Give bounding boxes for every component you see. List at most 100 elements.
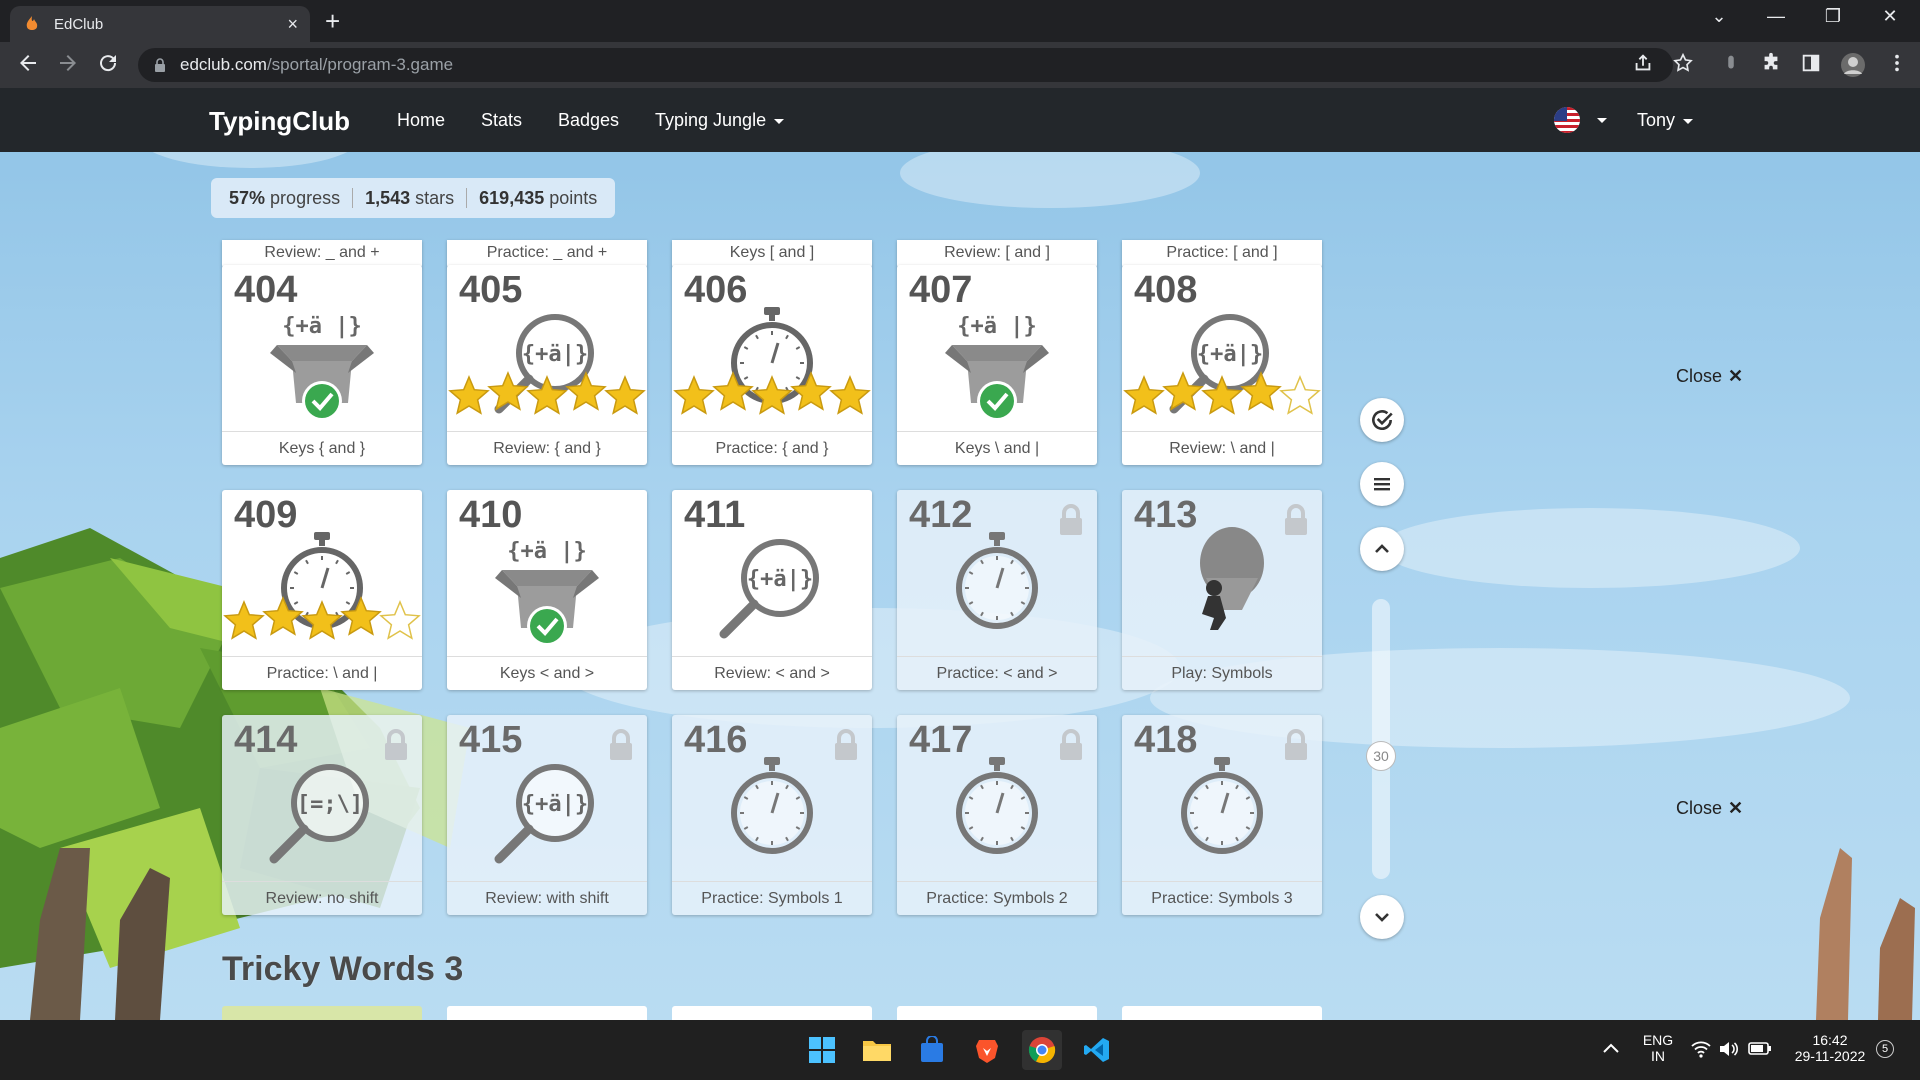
padlock-icon — [610, 729, 632, 760]
lesson-card-413[interactable]: 413 Play: Symbols — [1122, 490, 1322, 690]
lesson-card-417[interactable]: 417 Practice: Symbols 2 — [897, 715, 1097, 915]
lesson-card-407[interactable]: {+ä |} 407 Keys \ and | — [897, 265, 1097, 465]
padlock-icon — [385, 729, 407, 760]
lesson-card-408[interactable]: {+ä|} 408 Review: \ and | — [1122, 265, 1322, 465]
tab-close-icon[interactable]: × — [287, 14, 298, 35]
volume-icon[interactable] — [1718, 1040, 1740, 1058]
box-icon: {+ä |} — [945, 314, 1049, 421]
padlock-icon — [1285, 729, 1307, 760]
window-close-icon[interactable]: ✕ — [1870, 6, 1910, 27]
user-menu[interactable]: Tony — [1637, 110, 1694, 131]
brand-logo[interactable]: TypingClub — [209, 106, 350, 137]
chrome-icon[interactable] — [1022, 1030, 1062, 1070]
close-ad-link[interactable]: Close ✕ — [1676, 798, 1743, 819]
lesson-caption: Practice: Symbols 3 — [1122, 881, 1322, 915]
level-scroll-track[interactable] — [1372, 599, 1390, 879]
lesson-card-416[interactable]: 416 Practice: Symbols 1 — [672, 715, 872, 915]
edclub-favicon-icon — [26, 16, 38, 30]
chevron-up-icon — [1375, 544, 1389, 553]
lesson-card-409[interactable]: 409 Practice: \ and | — [222, 490, 422, 690]
check-circle-button[interactable] — [1360, 398, 1404, 442]
lesson-card-404[interactable]: {+ä |} 404 Keys { and } — [222, 265, 422, 465]
lesson-card-peek[interactable] — [1122, 1006, 1322, 1020]
key-symbols-glyph: {+ä|} — [522, 792, 588, 817]
vscode-icon[interactable] — [1077, 1030, 1117, 1070]
language-indicator[interactable]: ENG IN — [1640, 1032, 1676, 1064]
back-icon[interactable] — [14, 51, 42, 75]
windows-start-icon[interactable] — [802, 1030, 842, 1070]
url-host: edclub.com — [180, 55, 267, 74]
profile-avatar-icon[interactable] — [1840, 52, 1866, 78]
scroll-up-button[interactable] — [1360, 527, 1404, 571]
key-symbols-glyph: {+ä |} — [282, 314, 361, 339]
lesson-number: 404 — [234, 269, 298, 311]
bookmark-star-icon[interactable] — [1670, 52, 1696, 74]
stopwatch-icon — [1181, 757, 1263, 854]
balloon-icon — [1200, 527, 1264, 630]
lesson-caption: Review: no shift — [222, 881, 422, 915]
chevron-down-icon — [1683, 118, 1694, 124]
notification-badge[interactable]: 5 — [1876, 1040, 1894, 1058]
battery-icon[interactable] — [1748, 1040, 1772, 1056]
level-scroll-thumb[interactable]: 30 — [1366, 741, 1396, 771]
lesson-card-partial[interactable]: Review: _ and + — [222, 240, 422, 268]
browser-tabstrip: EdClub × + ⌄ — ❐ ✕ — [0, 0, 1920, 42]
lesson-number: 412 — [909, 494, 973, 536]
reload-icon[interactable] — [94, 51, 122, 75]
wifi-icon[interactable] — [1690, 1040, 1712, 1058]
lesson-caption: Review: { and } — [447, 431, 647, 465]
nav-typing-jungle[interactable]: Typing Jungle — [655, 110, 785, 131]
forward-icon[interactable] — [54, 51, 82, 75]
file-explorer-icon[interactable] — [857, 1030, 897, 1070]
lesson-number: 410 — [459, 494, 523, 536]
side-panel-icon[interactable] — [1798, 52, 1824, 74]
scroll-down-button[interactable] — [1360, 895, 1404, 939]
lesson-card-partial[interactable]: Practice: [ and ] — [1122, 240, 1322, 268]
lesson-card-peek[interactable] — [447, 1006, 647, 1020]
magnifier-icon: [=;\] — [269, 764, 369, 864]
restore-icon[interactable]: ❐ — [1813, 6, 1853, 27]
lesson-card-peek[interactable] — [672, 1006, 872, 1020]
lesson-card-partial[interactable]: Keys [ and ] — [672, 240, 872, 268]
lesson-card-peek[interactable] — [222, 1006, 422, 1020]
key-symbols-glyph: {+ä|} — [747, 567, 813, 592]
store-icon[interactable] — [912, 1030, 952, 1070]
menu-button[interactable] — [1360, 462, 1404, 506]
windows-taskbar: ENG IN 16:42 29-11-2022 5 — [0, 1020, 1920, 1080]
lesson-card-406[interactable]: 406 Practice: { and } — [672, 265, 872, 465]
browser-menu-icon[interactable] — [1884, 52, 1910, 74]
extensions-puzzle-icon[interactable] — [1758, 52, 1784, 74]
tray-chevron-up-icon[interactable] — [1602, 1042, 1620, 1054]
padlock-icon — [1060, 504, 1082, 535]
language-chevron-icon[interactable] — [1597, 118, 1607, 123]
nav-home[interactable]: Home — [397, 110, 445, 131]
address-bar[interactable]: edclub.com /sportal/program-3.game — [138, 48, 1673, 82]
nav-badges[interactable]: Badges — [558, 110, 619, 131]
minimize-icon[interactable]: — — [1756, 6, 1796, 27]
new-tab-icon[interactable]: + — [325, 6, 340, 36]
star-filled-icon — [1123, 375, 1165, 415]
key-symbols-glyph: [=;\] — [297, 792, 363, 817]
share-icon[interactable] — [1630, 52, 1656, 74]
close-ad-link[interactable]: Close ✕ — [1676, 366, 1743, 387]
lesson-card-414[interactable]: [=;\] 414 Review: no shift — [222, 715, 422, 915]
lesson-card-partial[interactable]: Practice: _ and + — [447, 240, 647, 268]
tab-search-icon[interactable]: ⌄ — [1699, 6, 1739, 27]
browser-tab[interactable]: EdClub × — [10, 6, 310, 42]
nav-stats[interactable]: Stats — [481, 110, 522, 131]
lesson-card-peek[interactable] — [897, 1006, 1097, 1020]
brave-browser-icon[interactable] — [967, 1030, 1007, 1070]
lesson-card-405[interactable]: {+ä|} 405 Review: { and } — [447, 265, 647, 465]
lesson-card-418[interactable]: 418 Practice: Symbols 3 — [1122, 715, 1322, 915]
clock[interactable]: 16:42 29-11-2022 — [1785, 1032, 1875, 1064]
lesson-caption: Play: Symbols — [1122, 656, 1322, 690]
lesson-card-412[interactable]: 412 Practice: < and > — [897, 490, 1097, 690]
lesson-card-partial[interactable]: Review: [ and ] — [897, 240, 1097, 268]
lesson-number: 413 — [1134, 494, 1198, 536]
lesson-card-415[interactable]: {+ä|} 415 Review: with shift — [447, 715, 647, 915]
lesson-card-410[interactable]: {+ä |} 410 Keys < and > — [447, 490, 647, 690]
lesson-card-411[interactable]: {+ä|} 411 Review: < and > — [672, 490, 872, 690]
extension-icon[interactable] — [1718, 52, 1744, 74]
us-flag-icon[interactable] — [1554, 107, 1580, 133]
stopwatch-icon — [673, 307, 871, 415]
